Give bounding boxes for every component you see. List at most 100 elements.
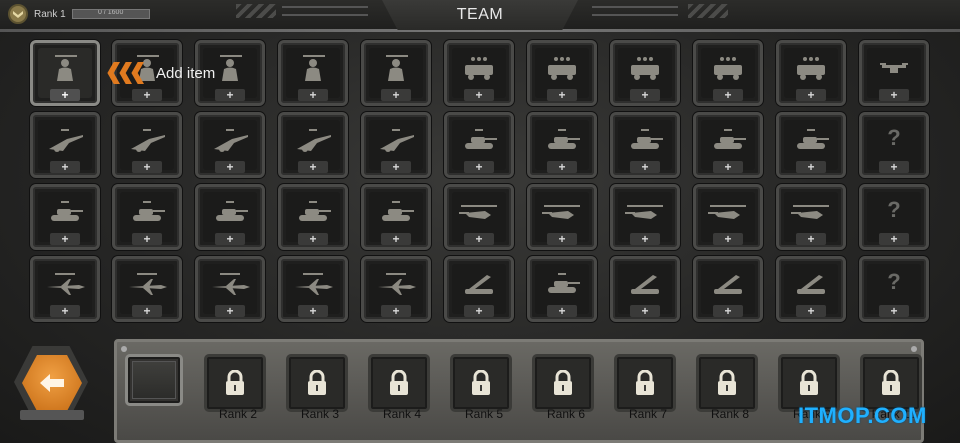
jet-bomber-icon (208, 269, 252, 299)
unit-slot[interactable]: + (527, 112, 597, 178)
add-unit-button[interactable]: + (298, 305, 328, 317)
add-unit-button[interactable]: + (547, 89, 577, 101)
add-unit-button[interactable]: + (547, 161, 577, 173)
unit-slot[interactable]: + (361, 256, 431, 322)
unit-slot[interactable]: + (610, 112, 680, 178)
unit-slot[interactable]: + (112, 184, 182, 250)
add-unit-button[interactable]: + (50, 233, 80, 245)
add-unit-button[interactable]: + (464, 233, 494, 245)
add-unit-button[interactable]: + (215, 233, 245, 245)
add-unit-button[interactable]: + (50, 89, 80, 101)
add-unit-button[interactable]: + (630, 89, 660, 101)
unit-slot[interactable]: + (30, 40, 100, 106)
unit-slot[interactable]: + (527, 184, 597, 250)
unit-slot[interactable]: + (278, 40, 348, 106)
add-unit-button[interactable]: + (132, 305, 162, 317)
unit-slot[interactable]: ? + (859, 256, 929, 322)
add-unit-button[interactable]: + (50, 161, 80, 173)
unit-slot[interactable]: + (195, 184, 265, 250)
add-unit-button[interactable]: + (381, 233, 411, 245)
add-unit-button[interactable]: + (630, 305, 660, 317)
add-unit-button[interactable]: + (132, 89, 162, 101)
add-unit-button[interactable]: + (713, 305, 743, 317)
unit-slot[interactable]: + (30, 184, 100, 250)
add-unit-button[interactable]: + (796, 89, 826, 101)
unit-slot[interactable]: + (278, 112, 348, 178)
add-unit-button[interactable]: + (879, 305, 909, 317)
unit-slot[interactable]: + (30, 112, 100, 178)
unit-slot[interactable]: + (693, 112, 763, 178)
add-unit-button[interactable]: + (464, 161, 494, 173)
add-unit-button[interactable]: + (713, 161, 743, 173)
add-unit-button[interactable]: + (630, 161, 660, 173)
infantry-rifle-icon (43, 53, 87, 83)
unit-slot[interactable]: + (444, 184, 514, 250)
team-slot-locked[interactable] (368, 354, 430, 412)
unit-slot[interactable]: + (278, 184, 348, 250)
add-unit-button[interactable]: + (215, 305, 245, 317)
unit-slot[interactable]: + (361, 184, 431, 250)
unit-slot[interactable]: + (112, 112, 182, 178)
unit-slot[interactable]: + (776, 184, 846, 250)
unit-slot[interactable]: + (361, 112, 431, 178)
add-unit-button[interactable]: + (381, 305, 411, 317)
add-unit-button[interactable]: + (879, 161, 909, 173)
add-unit-button[interactable]: + (464, 89, 494, 101)
add-unit-button[interactable]: + (215, 161, 245, 173)
add-unit-button[interactable]: + (796, 233, 826, 245)
team-slot-locked[interactable] (450, 354, 512, 412)
unit-slot[interactable]: + (693, 184, 763, 250)
team-slot-label: Rank 8 (710, 407, 750, 421)
add-unit-button[interactable]: + (50, 305, 80, 317)
add-unit-button[interactable]: + (796, 305, 826, 317)
unit-slot[interactable]: + (112, 256, 182, 322)
add-unit-button[interactable]: + (547, 233, 577, 245)
unit-slot[interactable]: + (444, 112, 514, 178)
unit-slot[interactable]: + (776, 256, 846, 322)
unit-slot[interactable]: + (776, 40, 846, 106)
add-unit-button[interactable]: + (879, 89, 909, 101)
add-unit-button[interactable]: + (547, 305, 577, 317)
add-unit-button[interactable]: + (381, 89, 411, 101)
add-unit-button[interactable]: + (630, 233, 660, 245)
add-unit-button[interactable]: + (464, 305, 494, 317)
unit-slot[interactable]: + (195, 256, 265, 322)
unit-slot[interactable]: + (527, 256, 597, 322)
team-slot-locked[interactable] (614, 354, 676, 412)
unit-slot[interactable]: + (693, 40, 763, 106)
unit-slot[interactable]: + (859, 40, 929, 106)
unit-slot[interactable]: + (361, 40, 431, 106)
armored-car-icon (457, 125, 501, 155)
team-slot-locked[interactable] (532, 354, 594, 412)
add-unit-button[interactable]: + (381, 161, 411, 173)
add-unit-button[interactable]: + (713, 233, 743, 245)
add-unit-button[interactable]: + (879, 233, 909, 245)
unit-slot[interactable]: + (610, 184, 680, 250)
add-unit-button[interactable]: + (796, 161, 826, 173)
unit-slot[interactable]: + (610, 40, 680, 106)
unit-slot[interactable]: + (527, 40, 597, 106)
add-unit-button[interactable]: + (298, 233, 328, 245)
unit-slot[interactable]: + (693, 256, 763, 322)
unit-slot[interactable]: + (195, 112, 265, 178)
aa-tank-icon (540, 269, 584, 299)
add-unit-button[interactable]: + (298, 89, 328, 101)
team-slot-locked[interactable] (204, 354, 266, 412)
add-unit-button[interactable]: + (132, 161, 162, 173)
unit-slot[interactable]: ? + (859, 184, 929, 250)
add-unit-button[interactable]: + (132, 233, 162, 245)
team-slot-locked[interactable] (286, 354, 348, 412)
unit-slot[interactable]: + (444, 40, 514, 106)
unit-slot[interactable]: ? + (859, 112, 929, 178)
unit-slot[interactable]: + (776, 112, 846, 178)
team-slot-locked[interactable] (696, 354, 758, 412)
team-slot-active[interactable] (125, 354, 183, 406)
unit-slot[interactable]: + (610, 256, 680, 322)
unit-slot[interactable]: + (444, 256, 514, 322)
add-unit-button[interactable]: + (713, 89, 743, 101)
add-unit-button[interactable]: + (215, 89, 245, 101)
lock-icon (716, 369, 738, 396)
unit-slot[interactable]: + (30, 256, 100, 322)
unit-slot[interactable]: + (278, 256, 348, 322)
add-unit-button[interactable]: + (298, 161, 328, 173)
